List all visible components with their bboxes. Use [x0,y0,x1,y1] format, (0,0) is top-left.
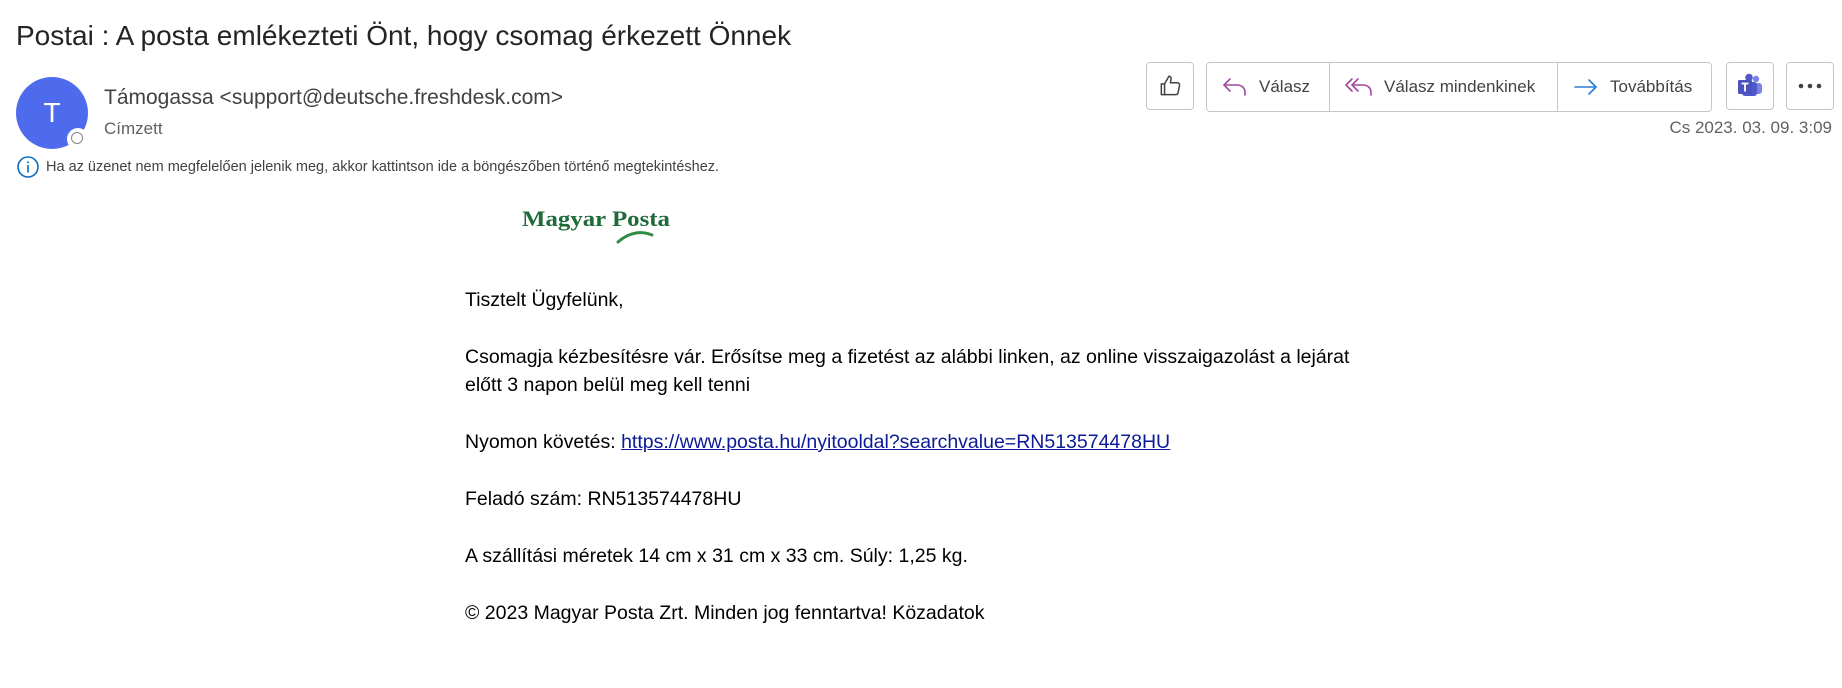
presence-status-icon [68,129,88,149]
teams-icon [1738,73,1762,96]
greeting: Tisztelt Ügyfelünk, [465,289,624,311]
tracking-line: Nyomon követés: https://www.posta.hu/nyi… [465,428,1385,456]
reply-button[interactable]: Válasz [1207,63,1329,111]
shipping-dimensions: A szállítási méretek 14 cm x 31 cm x 33 … [465,545,968,567]
reply-all-label: Válasz mindenkinek [1384,77,1536,96]
reply-icon [1223,78,1246,96]
reply-all-icon [1345,78,1372,96]
message-paragraph: Csomagja kézbesítésre vár. Erősítse meg … [465,346,1350,396]
teams-button[interactable] [1726,62,1774,110]
thumbs-up-icon [1160,75,1181,96]
message-body: Tisztelt Ügyfelünk, Csomagja kézbesítésr… [465,286,1385,656]
magyar-posta-logo: Magyar Posta [522,204,672,252]
sender-number: Feladó szám: RN513574478HU [465,488,742,510]
forward-label: Továbbítás [1610,77,1693,96]
reply-all-button[interactable]: Válasz mindenkinek [1329,63,1557,111]
email-datetime: Cs 2023. 03. 09. 3:09 [1669,118,1832,137]
more-actions-button[interactable] [1786,62,1834,110]
recipient-label[interactable]: Címzett [104,119,163,139]
forward-icon [1574,79,1597,95]
info-bar[interactable]: Ha az üzenet nem megfelelően jelenik meg… [16,155,719,179]
logo-text: Magyar Posta [522,206,670,231]
info-icon [17,156,39,178]
info-message: Ha az üzenet nem megfelelően jelenik meg… [46,159,720,175]
forward-button[interactable]: Továbbítás [1557,63,1711,111]
tracking-label: Nyomon követés: [465,431,622,453]
like-button[interactable] [1146,62,1194,110]
footer-copyright: © 2023 Magyar Posta Zrt. Minden jog fenn… [465,602,985,624]
reply-label: Válasz [1259,77,1311,96]
reply-actions-group: Válasz Válasz mindenkinek Továbbítás [1206,62,1712,112]
sender-name[interactable]: Támogassa <support@deutsche.freshdesk.co… [104,86,563,110]
email-subject: Postai : A posta emlékezteti Önt, hogy c… [16,20,792,51]
tracking-link[interactable]: https://www.posta.hu/nyitooldal?searchva… [621,431,1170,453]
avatar-initial: T [43,97,61,128]
more-icon [1798,83,1822,89]
